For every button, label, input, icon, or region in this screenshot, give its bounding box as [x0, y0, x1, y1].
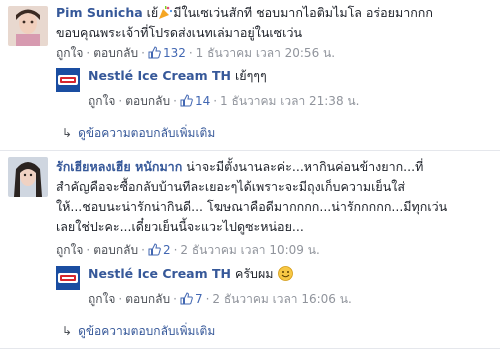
more-replies-label[interactable]: ดูข้อความตอบกลับเพิ่มเติม — [78, 126, 215, 140]
thumbs-up-icon[interactable] — [148, 243, 161, 256]
reply-timestamp[interactable]: 1 ธันวาคม เวลา 21:38 น. — [220, 94, 359, 108]
comment-divider — [0, 348, 500, 349]
like-count[interactable]: 7 — [195, 292, 203, 306]
more-replies-label[interactable]: ดูข้อความตอบกลับเพิ่มเติม — [78, 324, 215, 338]
like-link[interactable]: ถูกใจ — [88, 292, 115, 306]
reply-link[interactable]: ตอบกลับ — [125, 94, 170, 108]
comment-divider — [0, 150, 500, 151]
like-count[interactable]: 2 — [163, 243, 171, 257]
comment-text-line: ขอบคุณพระเจ้าที่โปรดส่งเนทเล่มาอยู่ในเซเ… — [56, 25, 303, 40]
comment-body: รักเฮียหลงเฮีย หนักมาก น่าจะมีตั้งนานละค… — [56, 157, 496, 237]
reply-author[interactable]: Nestlé Ice Cream TH — [88, 266, 231, 281]
thumbs-up-icon[interactable] — [180, 292, 193, 305]
smile-emoji-icon — [277, 266, 293, 281]
comment-text: น่าจะมีตั้งนานละค่ะ...หากินค่อนข้างยาก..… — [186, 159, 424, 174]
party-emoji-icon — [158, 5, 173, 20]
more-replies-link[interactable]: ↳ ดูข้อความตอบกลับเพิ่มเติม — [62, 126, 215, 140]
thumbs-up-icon[interactable] — [148, 46, 161, 59]
comment-text-line: เลยใช่ปะคะ...เดี๋ยวเย็นนี้จะแวะไปดูซะหน่… — [56, 219, 304, 234]
comment-actions: ถูกใจ · ตอบกลับ · 2 · 2 ธันวาคม เวลา 10:09 น. — [56, 243, 320, 257]
reply-text: ครับผม — [234, 266, 274, 281]
comment-text-cont: มีในเซเว่นสักที ชอบมากไอติมไมโล อร่อยมาก… — [173, 5, 433, 20]
like-count[interactable]: 132 — [163, 46, 186, 60]
thumbs-up-icon[interactable] — [180, 94, 193, 107]
comment-body: Pim Sunicha เย้ มีในเซเว่นสักที ชอบมากไอต… — [56, 3, 496, 43]
reply-actions: ถูกใจ · ตอบกลับ · 14 · 1 ธันวาคม เวลา 21:38 น. — [88, 94, 360, 108]
reply-text: เย้ๆๆๆ — [234, 68, 267, 83]
comment-text: เย้ — [146, 5, 159, 20]
comment-author[interactable]: รักเฮียหลงเฮีย หนักมาก — [56, 159, 182, 174]
avatar[interactable] — [8, 6, 48, 46]
reply-arrow-icon: ↳ — [62, 126, 73, 140]
comment-actions: ถูกใจ · ตอบกลับ · 132 · 1 ธันวาคม เวลา 20:56 น… — [56, 46, 336, 60]
like-link[interactable]: ถูกใจ — [88, 94, 115, 108]
comment-author[interactable]: Pim Sunicha — [56, 5, 143, 20]
nestle-avatar[interactable] — [56, 266, 80, 290]
reply-link[interactable]: ตอบกลับ — [125, 292, 170, 306]
reply-link[interactable]: ตอบกลับ — [93, 243, 138, 257]
avatar[interactable] — [8, 157, 48, 197]
comment-text-line: สำคัญคือจะซื้อกลับบ้านทีละเยอะๆได้เพราะจ… — [56, 179, 405, 194]
comment-timestamp[interactable]: 1 ธันวาคม เวลา 20:56 น. — [196, 46, 335, 60]
nestle-avatar[interactable] — [56, 68, 80, 92]
reply-link[interactable]: ตอบกลับ — [93, 46, 138, 60]
reply-actions: ถูกใจ · ตอบกลับ · 7 · 2 ธันวาคม เวลา 16:06 น. — [88, 292, 352, 306]
comment-timestamp[interactable]: 2 ธันวาคม เวลา 10:09 น. — [180, 243, 319, 257]
reply-author[interactable]: Nestlé Ice Cream TH — [88, 68, 231, 83]
comment-text-line: ให้...ชอบนะน่ารักน่ากินดี... โฆษณาคือดีม… — [56, 199, 448, 214]
like-link[interactable]: ถูกใจ — [56, 46, 83, 60]
more-replies-link[interactable]: ↳ ดูข้อความตอบกลับเพิ่มเติม — [62, 324, 215, 338]
like-count[interactable]: 14 — [195, 94, 210, 108]
like-link[interactable]: ถูกใจ — [56, 243, 83, 257]
reply-arrow-icon: ↳ — [62, 324, 73, 338]
reply-timestamp[interactable]: 2 ธันวาคม เวลา 16:06 น. — [212, 292, 351, 306]
